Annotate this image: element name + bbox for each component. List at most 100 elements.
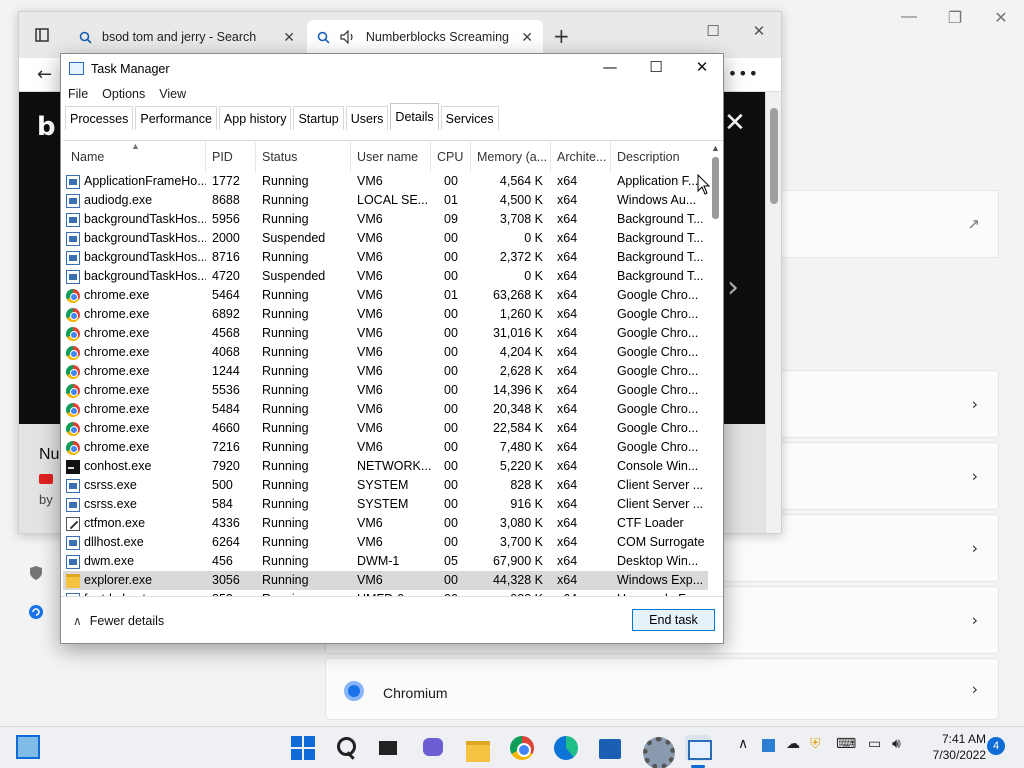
table-row[interactable]: chrome.exe 1244 Running VM6 00 2,628 K x64 Goog… (63, 362, 708, 381)
start-icon[interactable] (290, 735, 316, 761)
notification-badge[interactable]: 4 (987, 737, 1005, 755)
cell-desc: CTF Loader (617, 516, 684, 530)
cell-arch: x64 (557, 345, 578, 359)
scrollbar-thumb[interactable] (770, 108, 778, 204)
file-explorer-icon[interactable] (465, 735, 491, 762)
new-tab-icon[interactable]: + (553, 24, 570, 48)
task-view-icon[interactable] (377, 735, 403, 761)
browser-close-icon[interactable]: ✕ (736, 22, 782, 40)
table-row[interactable]: ApplicationFrameHo... 1772 Running VM6 00 4,5… (63, 172, 708, 191)
security-warning-icon[interactable]: ⛨ (810, 736, 821, 752)
tab-startup[interactable]: Startup (293, 106, 344, 130)
tab-services[interactable]: Services (440, 106, 499, 130)
back-arrow-icon[interactable]: ← (37, 64, 52, 85)
tray-app-icon[interactable] (762, 739, 775, 752)
end-task-button[interactable]: End task (632, 609, 715, 631)
chevron-right-icon: › (971, 679, 978, 699)
menu-view[interactable]: View (152, 84, 193, 106)
close-overlay-icon[interactable]: ✕ (724, 108, 746, 138)
table-row[interactable]: chrome.exe 5484 Running VM6 00 20,348 K x64 Goo… (63, 400, 708, 419)
browser-tab-numberblocks[interactable]: Numberblocks Screaming H ✕ (307, 20, 543, 54)
table-row[interactable]: chrome.exe 4568 Running VM6 00 31,016 K x64 Goo… (63, 324, 708, 343)
table-row[interactable]: backgroundTaskHos... 8716 Running VM6 00 2,37… (63, 248, 708, 267)
table-row[interactable]: backgroundTaskHos... 2000 Suspended VM6 00 0 … (63, 229, 708, 248)
table-row[interactable]: dwm.exe 456 Running DWM-1 05 67,900 K x64 Deskt… (63, 552, 708, 571)
maximize-icon[interactable]: ☐ (633, 58, 679, 76)
close-icon[interactable]: ✕ (679, 58, 725, 76)
widgets-icon[interactable] (16, 735, 40, 759)
shield-icon[interactable] (28, 565, 44, 581)
browser-maximize-icon[interactable]: ☐ (690, 22, 736, 40)
column-header-user-name[interactable]: User name (351, 142, 431, 172)
table-row[interactable]: explorer.exe 3056 Running VM6 00 44,328 K x64 W… (63, 571, 708, 590)
settings-card-chromium[interactable]: Chromium › (325, 658, 999, 720)
table-row[interactable]: csrss.exe 500 Running SYSTEM 00 828 K x64 Clien… (63, 476, 708, 495)
scroll-up-icon[interactable]: ▲ (711, 143, 720, 153)
settings-minimize-icon[interactable]: — (886, 8, 932, 26)
table-row[interactable]: chrome.exe 6892 Running VM6 00 1,260 K x64 Goog… (63, 305, 708, 324)
chat-icon[interactable] (421, 735, 447, 761)
store-icon[interactable] (597, 735, 623, 761)
task-manager-taskbar-icon[interactable] (685, 735, 712, 761)
settings-close-icon[interactable]: ✕ (978, 8, 1024, 28)
tab-actions-icon[interactable] (35, 28, 49, 42)
chrome-icon[interactable] (509, 735, 535, 761)
column-header-status[interactable]: Status (256, 142, 351, 172)
tab-processes[interactable]: Processes (65, 106, 134, 130)
speaker-icon[interactable] (340, 30, 356, 44)
table-row[interactable]: chrome.exe 4068 Running VM6 00 4,204 K x64 Goog… (63, 343, 708, 362)
table-row[interactable]: ctfmon.exe 4336 Running VM6 00 3,080 K x64 CTF … (63, 514, 708, 533)
cell-name: ApplicationFrameHo... (63, 172, 206, 191)
minimize-icon[interactable]: — (587, 58, 633, 76)
cell-name: chrome.exe (63, 286, 206, 305)
table-row[interactable]: backgroundTaskHos... 4720 Suspended VM6 00 0 … (63, 267, 708, 286)
menu-file[interactable]: File (61, 84, 95, 106)
cell-status: Running (262, 497, 309, 511)
more-options-icon[interactable]: ••• (728, 64, 759, 83)
cell-desc: Console Win... (617, 459, 699, 473)
volume-icon[interactable]: 🔊︎ (892, 736, 901, 752)
update-icon[interactable] (28, 604, 44, 620)
tab-performance[interactable]: Performance (135, 106, 217, 130)
settings-restore-icon[interactable]: ❐ (932, 8, 978, 28)
column-header-description[interactable]: Description (611, 142, 708, 172)
clock[interactable]: 7:41 AM 7/30/2022 (916, 731, 986, 763)
process-name: chrome.exe (84, 364, 150, 378)
task-manager-titlebar[interactable]: Task Manager — ☐ ✕ (61, 54, 723, 84)
table-row[interactable]: chrome.exe 5536 Running VM6 00 14,396 K x64 Goo… (63, 381, 708, 400)
chevron-right-icon[interactable]: › (727, 270, 739, 305)
fewer-details-toggle[interactable]: ∧ Fewer details (73, 614, 164, 628)
column-header-cpu[interactable]: CPU (431, 142, 471, 172)
table-row[interactable]: dllhost.exe 6264 Running VM6 00 3,700 K x64 COM… (63, 533, 708, 552)
table-row[interactable]: chrome.exe 5464 Running VM6 01 63,268 K x64 Goo… (63, 286, 708, 305)
browser-tab-search[interactable]: bsod tom and jerry - Search ✕ (69, 20, 305, 54)
browser-scrollbar[interactable] (765, 92, 781, 533)
taskbar-search-icon[interactable] (334, 735, 360, 761)
chevron-up-icon[interactable]: ∧ (738, 736, 748, 752)
tab-details[interactable]: Details (390, 103, 439, 130)
column-header-pid[interactable]: PID (206, 142, 256, 172)
column-header-name[interactable]: Name (63, 142, 206, 172)
process-name: backgroundTaskHos... (84, 212, 206, 226)
table-scrollbar[interactable]: ▲ (708, 141, 723, 597)
table-row[interactable]: csrss.exe 584 Running SYSTEM 00 916 K x64 Clien… (63, 495, 708, 514)
table-row[interactable]: audiodg.exe 8688 Running LOCAL SE... 01 4,500… (63, 191, 708, 210)
network-off-icon[interactable]: ☁ (786, 736, 800, 752)
table-row[interactable]: chrome.exe 7216 Running VM6 00 7,480 K x64 Goog… (63, 438, 708, 457)
column-header-memory[interactable]: Memory (a... (471, 142, 551, 172)
table-row[interactable]: chrome.exe 4660 Running VM6 00 22,584 K x64 Goo… (63, 419, 708, 438)
scrollbar-thumb[interactable] (712, 157, 719, 219)
column-header-architecture[interactable]: Archite... (551, 142, 611, 172)
edge-icon[interactable] (553, 735, 579, 761)
close-tab-icon[interactable]: ✕ (283, 29, 295, 46)
keyboard-icon[interactable]: ⌨ (836, 736, 856, 752)
cell-user: VM6 (357, 573, 383, 587)
settings-gear-icon[interactable] (641, 735, 675, 768)
close-tab-icon[interactable]: ✕ (521, 29, 533, 46)
tab-app-history[interactable]: App history (218, 106, 292, 130)
menu-options[interactable]: Options (95, 84, 152, 106)
table-row[interactable]: conhost.exe 7920 Running NETWORK... 00 5,220 … (63, 457, 708, 476)
table-row[interactable]: backgroundTaskHos... 5956 Running VM6 09 3,70… (63, 210, 708, 229)
tab-users[interactable]: Users (345, 106, 389, 130)
display-icon[interactable]: ▭ (868, 736, 881, 752)
